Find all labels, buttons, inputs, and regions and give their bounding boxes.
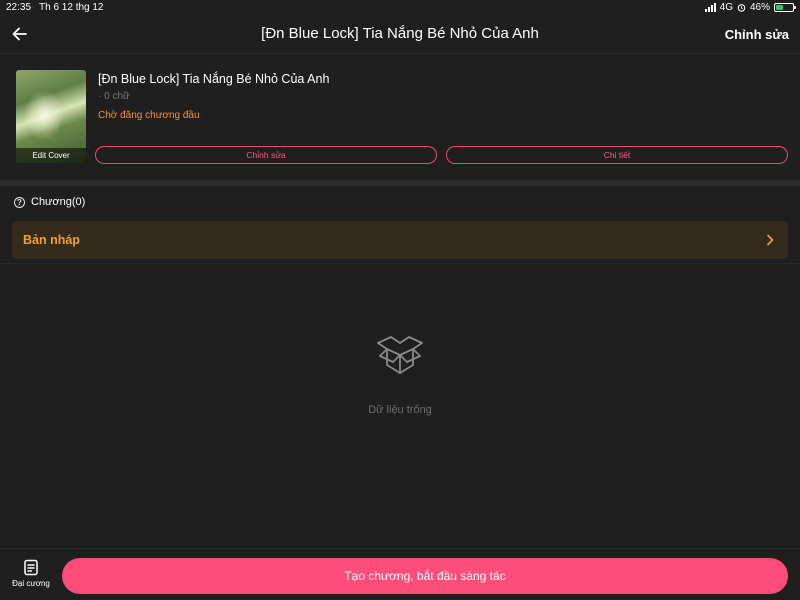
battery-percent: 46% xyxy=(749,2,770,13)
page-title: [Đn Blue Lock] Tia Nắng Bé Nhỏ Của Anh xyxy=(261,25,539,42)
outline-label: Đại cương xyxy=(12,579,50,588)
drafts-label: Bản nháp xyxy=(23,233,80,247)
detail-button[interactable]: Chi tiết xyxy=(446,146,788,164)
bottom-bar: Đại cương Tạo chương, bắt đầu sáng tác xyxy=(0,548,800,600)
outline-tab[interactable]: Đại cương xyxy=(6,559,56,595)
book-title: [Đn Blue Lock] Tia Nắng Bé Nhỏ Của Anh xyxy=(98,72,330,86)
edit-cover-label[interactable]: Edit Cover xyxy=(16,148,86,163)
nav-bar: [Đn Blue Lock] Tia Nắng Bé Nhỏ Của Anh C… xyxy=(0,16,800,54)
publish-status: Chờ đăng chương đầu xyxy=(98,110,200,121)
outline-document-icon xyxy=(24,559,38,576)
status-bar: 22:35 Th 6 12 thg 12 4G 46% xyxy=(0,0,800,16)
book-info: Edit Cover [Đn Blue Lock] Tia Nắng Bé Nh… xyxy=(0,55,800,180)
alarm-icon xyxy=(737,4,746,12)
edit-story-button[interactable]: Chỉnh sửa xyxy=(725,27,789,42)
status-indicators: 4G 46% xyxy=(704,2,796,13)
edit-button[interactable]: Chỉnh sửa xyxy=(95,146,437,164)
empty-box-icon xyxy=(377,336,423,374)
network-label: 4G xyxy=(719,2,733,13)
drafts-row[interactable]: Bản nháp xyxy=(12,221,788,259)
create-chapter-button[interactable]: Tạo chương, bắt đầu sáng tác xyxy=(62,558,788,594)
app-screen: 22:35 Th 6 12 thg 12 4G 46% [Đn Blue Loc… xyxy=(0,0,800,600)
battery-level xyxy=(776,5,783,10)
signal-icon xyxy=(704,3,716,12)
chapters-header: ? Chương(0) xyxy=(14,195,85,209)
empty-state-text: Dữ liệu trống xyxy=(368,404,432,416)
battery-icon xyxy=(774,3,796,12)
status-time: 22:35 xyxy=(6,2,32,13)
chapters-count-label: Chương(0) xyxy=(31,196,86,208)
section-divider xyxy=(0,180,800,186)
row-divider xyxy=(0,263,800,264)
chevron-right-icon xyxy=(767,234,774,246)
book-cover[interactable]: Edit Cover xyxy=(16,70,86,163)
arrow-left-icon[interactable] xyxy=(10,24,30,44)
word-count: · 0 chữ xyxy=(98,91,130,102)
status-date: Th 6 12 thg 12 xyxy=(39,2,104,13)
help-circle-icon[interactable]: ? xyxy=(14,196,25,208)
